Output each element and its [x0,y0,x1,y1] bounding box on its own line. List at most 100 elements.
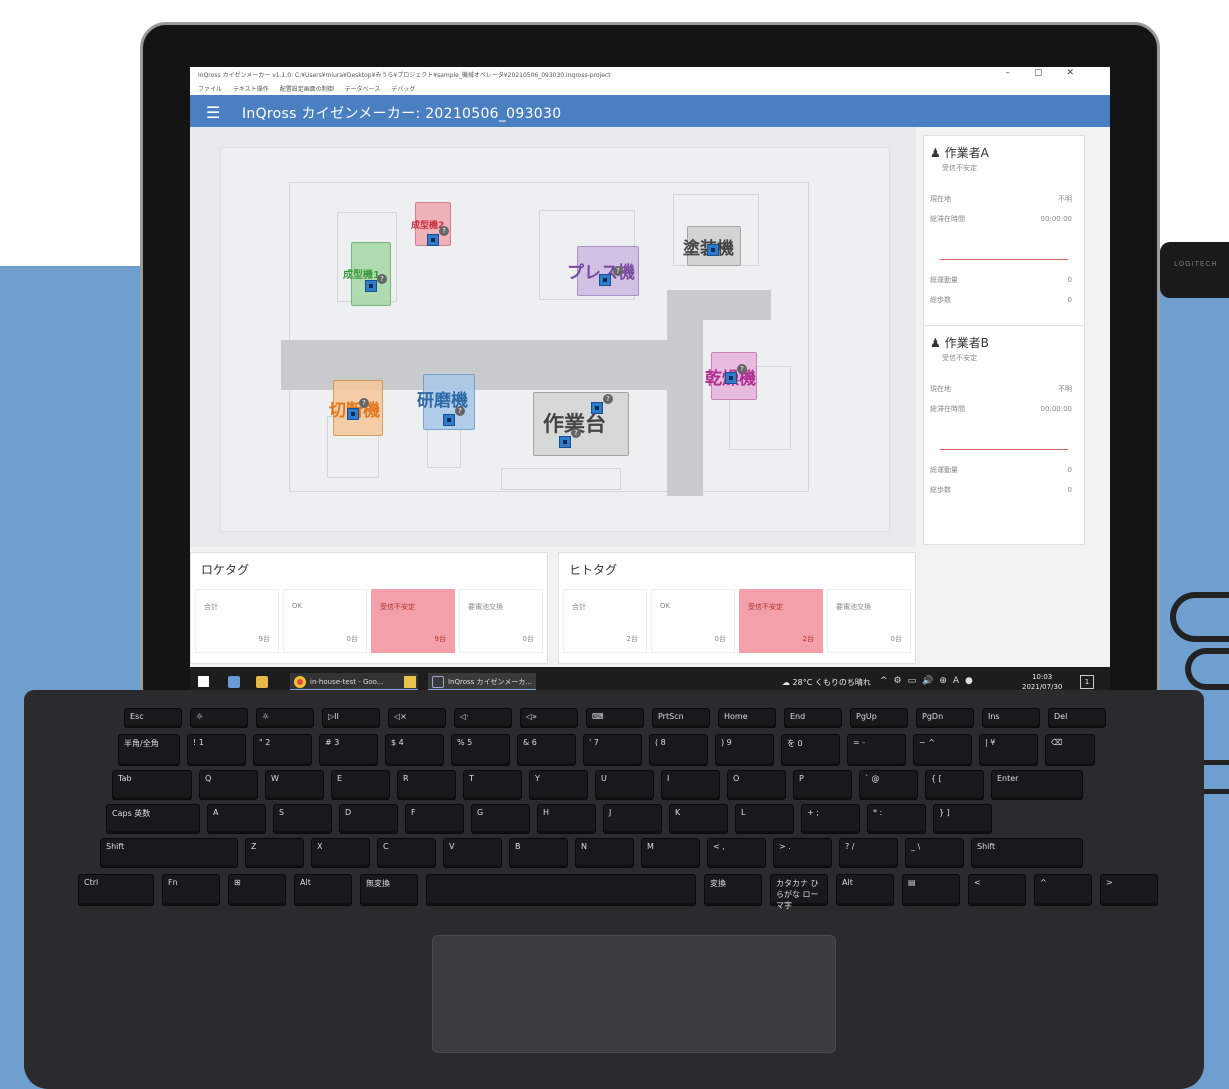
menu-text[interactable]: テキスト操作 [233,86,269,93]
keyboard-key[interactable]: I [661,770,720,800]
keyboard-key[interactable]: ☼ [256,708,314,728]
trackpad[interactable] [432,935,836,1053]
keyboard-key[interactable]: End [784,708,842,728]
keyboard-key[interactable]: Shift [971,838,1083,868]
keyboard-key[interactable]: Ctrl [78,874,154,906]
keyboard-key[interactable]: > [1100,874,1158,906]
keyboard-key[interactable]: + ; [801,804,860,834]
keyboard-key[interactable]: ` @ [859,770,918,800]
keyboard-key[interactable]: ^ [1034,874,1092,906]
keyboard-key[interactable]: ' 7 [583,734,642,766]
keyboard-key[interactable]: ▤ [902,874,960,906]
keyboard-key[interactable]: S [273,804,332,834]
keyboard-key[interactable]: % 5 [451,734,510,766]
keyboard-key[interactable]: { [ [925,770,984,800]
keyboard-key[interactable]: B [509,838,568,868]
keyboard-key[interactable]: Fn [162,874,220,906]
keyboard-key[interactable]: ! 1 [187,734,246,766]
keyboard-key[interactable]: * : [867,804,926,834]
keyboard-key[interactable]: ⌨ [586,708,644,728]
menu-layout[interactable]: 配置設定画面の制御 [280,86,334,93]
keyboard-key[interactable]: H [537,804,596,834]
keyboard-key[interactable]: ◁· [454,708,512,728]
keyboard-key[interactable]: ~ ^ [913,734,972,766]
task-view-icon[interactable] [228,676,240,688]
taskbar-chrome-window[interactable]: in-house-test - Goo... [290,673,418,691]
taskbar-clock[interactable]: 10:03 2021/07/30 [1022,672,1062,692]
tag-battery-cell[interactable]: 要電池交換 0台 [827,589,911,653]
keyboard-key[interactable]: Alt [294,874,352,906]
keyboard-key[interactable]: Shift [100,838,238,868]
keyboard-key[interactable]: < [968,874,1026,906]
notification-icon[interactable]: 1 [1080,675,1094,689]
keyboard-key[interactable]: PrtScn [652,708,710,728]
tag-unstable-cell[interactable]: 受信不安定 2台 [739,589,823,653]
keyboard-key[interactable]: カタカナ ひらがな ローマ字 [770,874,828,910]
keyboard-key[interactable]: G [471,804,530,834]
loca-tag-marker[interactable] [599,274,611,286]
factory-map[interactable]: 成型機1 成型機2 プレス機 塗装機 乾燥機 切断機 研磨機 作業台 ? ? ?… [220,147,890,532]
keyboard-key[interactable]: Enter [991,770,1083,800]
menu-file[interactable]: ファイル [198,86,222,93]
keyboard-key[interactable]: Tab [112,770,192,800]
keyboard-key[interactable]: ( 8 [649,734,708,766]
keyboard-key[interactable]: ) 9 [715,734,774,766]
weather-widget[interactable]: ☁ 28°C くもりのち晴れ [782,677,871,688]
keyboard-key[interactable]: 無変換 [360,874,418,906]
keyboard-key[interactable]: R [397,770,456,800]
keyboard-key[interactable]: C [377,838,436,868]
loca-tag-marker[interactable] [725,372,737,384]
keyboard-key[interactable]: L [735,804,794,834]
keyboard-key[interactable]: P [793,770,852,800]
keyboard-key[interactable]: X [311,838,370,868]
keyboard-key[interactable]: Q [199,770,258,800]
keyboard-key[interactable]: Z [245,838,304,868]
tag-unstable-cell[interactable]: 受信不安定 9台 [371,589,455,653]
keyboard-key[interactable]: < , [707,838,766,868]
keyboard-key[interactable]: # 3 [319,734,378,766]
loca-tag-marker[interactable] [707,244,719,256]
windows-start-icon[interactable] [198,676,209,687]
keyboard-key[interactable]: N [575,838,634,868]
file-explorer-icon[interactable] [256,676,268,688]
keyboard-key[interactable]: を 0 [781,734,840,766]
keyboard-key[interactable]: ⌫ [1045,734,1095,766]
loca-tag-marker[interactable] [443,414,455,426]
keyboard-key[interactable]: 半角/全角 [118,734,180,766]
loca-tag-marker[interactable] [559,436,571,448]
keyboard-key[interactable]: F [405,804,464,834]
keyboard-key[interactable]: ▷II [322,708,380,728]
hamburger-menu-icon[interactable]: ☰ [206,103,220,122]
keyboard-key[interactable]: Del [1048,708,1106,728]
tag-battery-cell[interactable]: 要電池交換 0台 [459,589,543,653]
keyboard-key[interactable]: PgUp [850,708,908,728]
keyboard-key[interactable]: M [641,838,700,868]
taskbar-inqross-window[interactable]: InQross カイゼンメーカ... [428,673,536,691]
keyboard-key[interactable]: T [463,770,522,800]
keyboard-key[interactable] [426,874,696,906]
keyboard-key[interactable]: } ] [933,804,992,834]
worker-card-a[interactable]: ♟ 作業者A 受信不安定 現在地 不明 総滞在時間 00:00:00 総運動量 0 総… [923,135,1085,337]
menu-database[interactable]: データベース [345,86,381,93]
keyboard-key[interactable]: A [207,804,266,834]
keyboard-key[interactable]: _ \ [905,838,964,868]
loca-tag-marker[interactable] [591,402,603,414]
system-tray-icons[interactable]: ^⚙▭🔊⊕A● [880,676,979,686]
window-controls[interactable]: –▢✕ [1005,68,1098,78]
keyboard-key[interactable]: K [669,804,728,834]
keyboard-key[interactable]: " 2 [253,734,312,766]
menu-debug[interactable]: デバッグ [391,86,415,93]
keyboard-key[interactable]: ⊞ [228,874,286,906]
tag-ok-cell[interactable]: OK 0台 [651,589,735,653]
keyboard-key[interactable]: U [595,770,654,800]
keyboard-key[interactable]: | ¥ [979,734,1038,766]
keyboard-key[interactable]: ? / [839,838,898,868]
keyboard-key[interactable]: = - [847,734,906,766]
keyboard-key[interactable]: Caps 英数 [106,804,200,834]
keyboard-key[interactable]: V [443,838,502,868]
loca-tag-marker[interactable] [365,280,377,292]
keyboard-key[interactable]: Esc [124,708,182,728]
keyboard-key[interactable]: Alt [836,874,894,906]
keyboard-key[interactable]: J [603,804,662,834]
tag-ok-cell[interactable]: OK 0台 [283,589,367,653]
